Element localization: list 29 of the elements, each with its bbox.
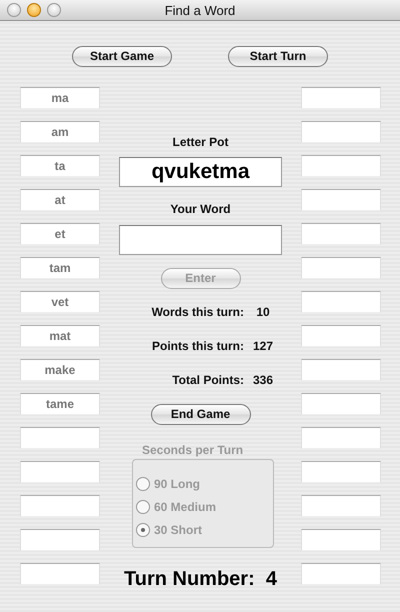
zoom-button[interactable]	[47, 3, 61, 17]
minimize-button[interactable]	[27, 3, 41, 17]
word-field: am	[20, 121, 100, 143]
word-field: ta	[20, 155, 100, 177]
stat-label: Points this turn:	[151, 338, 244, 354]
close-button[interactable]	[7, 3, 21, 17]
stat-value: 336	[252, 372, 274, 388]
word-input-field[interactable]	[119, 225, 282, 255]
turn-number-text: Turn Number: 4	[123, 567, 278, 591]
word-field: tame	[20, 393, 100, 415]
word-field: vet	[20, 291, 100, 313]
start-game-button[interactable]: Start Game	[72, 46, 172, 67]
word-field: at	[20, 189, 100, 211]
word-field: tam	[20, 257, 100, 279]
stat-label: Total Points:	[171, 372, 244, 388]
word-field: mat	[20, 325, 100, 347]
stat-label: Words this turn:	[150, 304, 244, 320]
letter-pot-field: qvuketma	[119, 157, 282, 187]
word-field: et	[20, 223, 100, 245]
window-title: Find a Word	[164, 2, 236, 20]
word-field: make	[20, 359, 100, 381]
your-word-label: Your Word	[169, 201, 232, 217]
stat-value: 10	[255, 304, 271, 320]
group-label: Seconds per Turn	[141, 442, 244, 458]
end-game-button[interactable]: End Game	[150, 404, 250, 425]
letter-pot-label: Letter Pot	[171, 134, 230, 150]
word-field: ma	[20, 87, 100, 109]
start-turn-button[interactable]: Start Turn	[228, 46, 328, 67]
stat-value: 127	[252, 338, 274, 354]
